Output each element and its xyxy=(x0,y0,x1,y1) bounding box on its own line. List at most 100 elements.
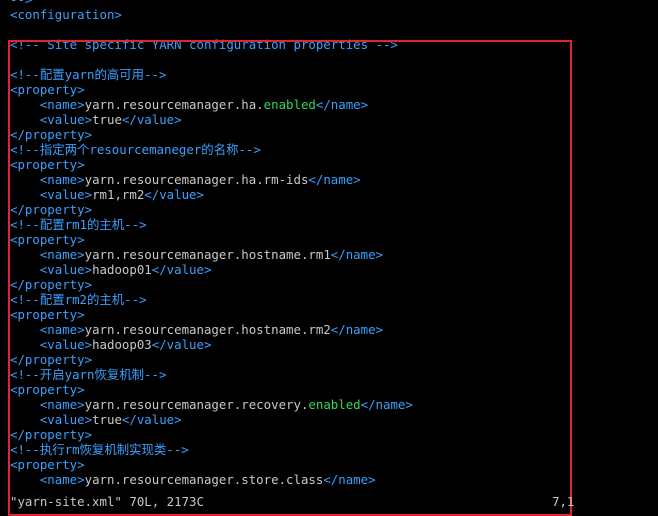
code-line[interactable]: <property> xyxy=(10,157,85,172)
code-token: <!--配置rm2的主机--> xyxy=(10,292,147,307)
code-token: yarn.resourcemanager.ha. xyxy=(84,97,264,112)
code-token: </name> xyxy=(323,472,376,487)
code-token: hadoop03 xyxy=(92,337,152,352)
code-token: <property> xyxy=(10,232,85,247)
code-line[interactable]: </property> xyxy=(10,427,92,442)
code-token: <name> xyxy=(39,172,85,187)
code-token: </value> xyxy=(151,262,212,277)
code-token: yarn.resourcemanager.hostname.rm1 xyxy=(84,247,331,262)
code-line[interactable]: </property> xyxy=(10,127,92,142)
code-line[interactable]: </property> xyxy=(10,202,92,217)
code-token: </property> xyxy=(10,352,93,367)
code-token: </name> xyxy=(330,322,384,337)
code-token: <name> xyxy=(39,247,85,262)
code-line[interactable]: <!--执行rm恢复机制实现类--> xyxy=(10,442,189,457)
code-line[interactable]: </property> xyxy=(10,352,92,367)
code-token: </name> xyxy=(360,397,413,412)
code-token: <property> xyxy=(10,157,85,172)
code-line[interactable]: <property> xyxy=(10,382,85,397)
status-cursor-position: 7,1 xyxy=(552,494,575,509)
code-line[interactable]: <name>yarn.resourcemanager.ha.rm-ids</na… xyxy=(10,172,361,187)
code-line[interactable]: <name>yarn.resourcemanager.hostname.rm1<… xyxy=(10,247,383,262)
code-line[interactable]: <value>rm1,rm2</value> xyxy=(10,187,204,202)
code-token: enabled xyxy=(308,397,361,412)
code-line[interactable]: <property> xyxy=(10,82,85,97)
code-token: --> xyxy=(10,0,32,7)
code-token: </property> xyxy=(10,427,93,442)
code-token: <name> xyxy=(39,97,85,112)
code-line[interactable]: <!--配置yarn的高可用--> xyxy=(10,67,166,82)
code-token: true xyxy=(92,112,122,127)
status-file-info: "yarn-site.xml" 70L, 2173C xyxy=(10,494,204,509)
code-line[interactable]: <!--开启yarn恢复机制--> xyxy=(10,367,166,382)
code-line[interactable]: <property> xyxy=(10,307,85,322)
code-token: </name> xyxy=(330,247,384,262)
code-token: </value> xyxy=(144,187,204,202)
code-token: rm1,rm2 xyxy=(92,187,145,202)
code-line[interactable]: <!--配置rm1的主机--> xyxy=(10,217,147,232)
code-token: hadoop01 xyxy=(92,262,152,277)
code-token: <!--配置rm1的主机--> xyxy=(10,217,147,232)
code-token: <name> xyxy=(39,472,85,487)
code-token: <name> xyxy=(39,322,85,337)
code-line[interactable]: <!-- Site specific YARN configuration pr… xyxy=(10,37,398,52)
code-token: yarn.resourcemanager.ha.rm-ids xyxy=(84,172,309,187)
code-line[interactable]: <name>yarn.resourcemanager.hostname.rm2<… xyxy=(10,322,383,337)
code-line[interactable]: <!--配置rm2的主机--> xyxy=(10,292,147,307)
code-line[interactable]: <property> xyxy=(10,232,85,247)
code-token: <property> xyxy=(10,82,85,97)
code-line[interactable]: <configuration> xyxy=(10,7,122,22)
code-token: <!--配置yarn的高可用--> xyxy=(10,67,167,82)
code-token: <!--执行rm恢复机制实现类--> xyxy=(10,442,189,457)
code-token: <!--开启yarn恢复机制--> xyxy=(10,367,167,382)
terminal-window[interactable]: --><configuration> <!-- Site specific YAR… xyxy=(0,0,658,516)
code-line[interactable]: <name>yarn.resourcemanager.ha.enabled</n… xyxy=(10,97,368,112)
code-token: </property> xyxy=(10,202,93,217)
code-token: <property> xyxy=(10,307,85,322)
code-token: </name> xyxy=(315,97,369,112)
code-line[interactable]: <!--指定两个resourcemaneger的名称--> xyxy=(10,142,261,157)
code-token: </name> xyxy=(308,172,361,187)
code-token: </value> xyxy=(151,337,212,352)
code-token: <!-- Site specific YARN configuration pr… xyxy=(10,37,398,52)
code-token: <property> xyxy=(10,382,85,397)
code-line[interactable]: <value>true</value> xyxy=(10,112,182,127)
code-line[interactable]: <value>true</value> xyxy=(10,412,182,427)
code-token: yarn.resourcemanager.store.class xyxy=(84,472,324,487)
code-token: <value> xyxy=(39,187,93,202)
code-token: <name> xyxy=(39,397,85,412)
code-token: <value> xyxy=(39,412,93,427)
code-token: yarn.resourcemanager.hostname.rm2 xyxy=(84,322,331,337)
code-token: </value> xyxy=(121,412,182,427)
code-token: <configuration> xyxy=(10,7,122,22)
code-token: <value> xyxy=(39,112,93,127)
code-line[interactable]: <property> xyxy=(10,457,85,472)
code-token: enabled xyxy=(263,97,316,112)
code-line[interactable]: </property> xyxy=(10,277,92,292)
code-token: </property> xyxy=(10,277,93,292)
code-line[interactable]: <name>yarn.resourcemanager.store.class</… xyxy=(10,472,376,487)
code-token: <property> xyxy=(10,457,85,472)
code-token: <!--指定两个resourcemaneger的名称--> xyxy=(10,142,261,157)
code-token: <value> xyxy=(39,337,93,352)
code-line[interactable]: <value>hadoop01</value> xyxy=(10,262,212,277)
code-line[interactable]: <name>yarn.resourcemanager.recovery.enab… xyxy=(10,397,413,412)
code-token: </property> xyxy=(10,127,93,142)
code-line[interactable]: --> xyxy=(10,0,32,7)
code-token: <value> xyxy=(39,262,93,277)
code-token: yarn.resourcemanager.recovery. xyxy=(84,397,309,412)
code-line[interactable]: <value>hadoop03</value> xyxy=(10,337,212,352)
code-token: </value> xyxy=(121,112,182,127)
code-token: true xyxy=(92,412,122,427)
